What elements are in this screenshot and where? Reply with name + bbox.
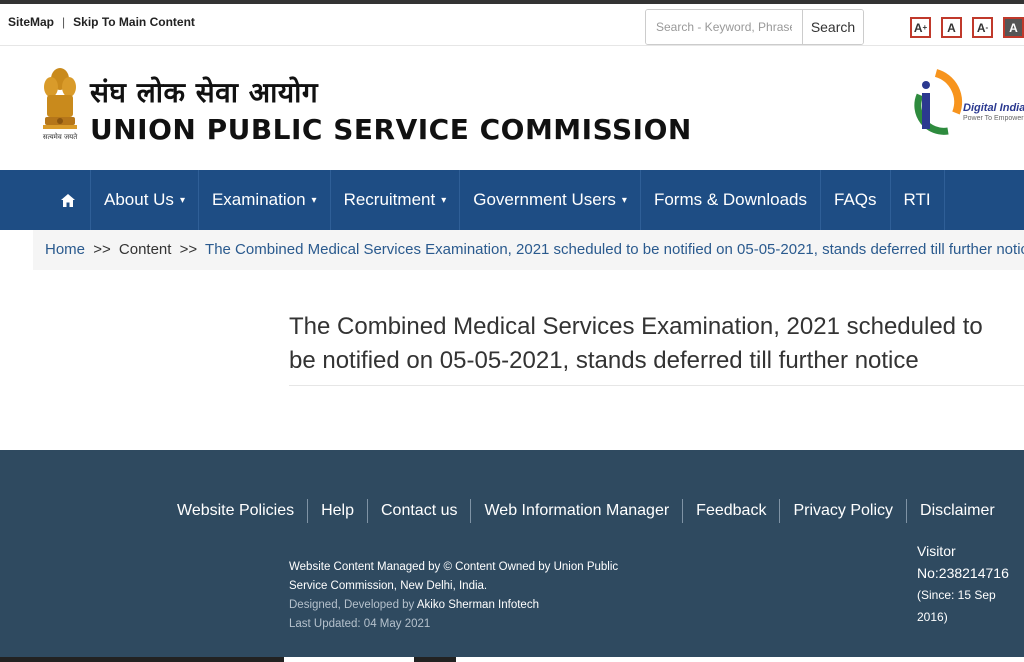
footer-link-help[interactable]: Help	[308, 499, 368, 523]
content-divider	[289, 385, 1024, 386]
font-increase-sup: +	[922, 23, 928, 32]
main-nav: About Us ▾ Examination ▾ Recruitment ▾ Gove…	[0, 170, 1024, 230]
nav-examination-label: Examination	[211, 190, 306, 209]
breadcrumb-separator: >>	[93, 241, 111, 258]
font-increase-button[interactable]: A +	[910, 17, 931, 38]
breadcrumb-home[interactable]: Home	[45, 241, 85, 258]
chevron-down-icon: ▾	[311, 194, 317, 206]
emblem-caption: सत्यमेव जयते	[43, 132, 78, 141]
visitor-counter: Visitor No:238214716 (Since: 15 Sep 2016…	[917, 540, 1024, 628]
font-normal-button[interactable]: A	[941, 17, 962, 38]
footer-links: Website Policies Help Contact us Web Inf…	[164, 499, 1008, 523]
english-title: UNION PUBLIC SERVICE COMMISSION	[90, 113, 692, 146]
footer-link-disclaimer[interactable]: Disclaimer	[907, 499, 1008, 523]
digital-india-text: Digital India	[963, 102, 1024, 114]
nav-about-us-label: About Us	[104, 190, 174, 209]
footer-designed-by: Designed, Developed by Akiko Sherman Inf…	[289, 596, 649, 615]
site-footer: Website Policies Help Contact us Web Inf…	[0, 450, 1024, 662]
nav-home[interactable]	[46, 170, 91, 230]
nav-forms-downloads-label: Forms & Downloads	[653, 190, 807, 209]
footer-managed-by: Website Content Managed by © Content Own…	[289, 561, 619, 592]
high-contrast-label: A	[1009, 20, 1018, 35]
font-decrease-button[interactable]: A-	[972, 17, 993, 38]
hindi-title: संघ लोक सेवा आयोग	[90, 76, 319, 109]
footer-link-privacy-policy[interactable]: Privacy Policy	[780, 499, 908, 523]
site-header: सत्यमेव जयते संघ लोक सेवा आयोग UNION PUB…	[0, 47, 1024, 170]
utility-links: SiteMap | Skip To Main Content	[8, 15, 195, 29]
bottom-scroll-strip	[0, 657, 1024, 662]
page-title: The Combined Medical Services Examinatio…	[289, 313, 983, 374]
breadcrumb-content: Content	[118, 241, 172, 258]
utility-separator: |	[62, 15, 66, 29]
footer-info: Website Content Managed by © Content Own…	[289, 558, 649, 634]
font-decrease-sup: -	[985, 23, 989, 32]
nav-examination[interactable]: Examination ▾	[199, 170, 331, 230]
nav-about-us[interactable]: About Us ▾	[91, 170, 199, 230]
visitor-label: Visitor	[917, 543, 956, 559]
national-emblem-icon[interactable]: सत्यमेव जयते	[38, 65, 82, 145]
footer-link-contact-us[interactable]: Contact us	[368, 499, 472, 523]
nav-rti[interactable]: RTI	[891, 170, 945, 230]
nav-rti-label: RTI	[903, 190, 931, 209]
footer-designed-prefix: Designed, Developed by	[289, 599, 415, 611]
bottom-strip-segment	[456, 657, 1024, 662]
bottom-strip-segment	[284, 657, 414, 662]
footer-last-updated: Last Updated: 04 May 2021	[289, 618, 431, 630]
font-normal-label: A	[947, 20, 956, 35]
search-button[interactable]: Search	[803, 10, 863, 44]
nav-government-users-label: Government Users	[473, 190, 616, 209]
high-contrast-button[interactable]: A	[1003, 17, 1024, 38]
digital-india-subtext: Power To Empower	[963, 115, 1024, 122]
breadcrumb-current: The Combined Medical Services Examinatio…	[205, 241, 1024, 258]
footer-link-website-policies[interactable]: Website Policies	[164, 499, 309, 523]
nav-recruitment-label: Recruitment	[343, 190, 436, 209]
font-size-controls: A + A A- A	[910, 17, 1024, 38]
nav-faqs-label: FAQs	[834, 190, 877, 209]
utility-bar: SiteMap|Skip To Main Content Search A+ A…	[0, 4, 1024, 46]
chevron-down-icon: ▾	[179, 194, 185, 206]
nav-forms-downloads[interactable]: Forms & Downloads	[641, 170, 821, 230]
breadcrumb-separator: >>	[179, 241, 198, 258]
nav-government-users[interactable]: Government Users ▾	[460, 170, 641, 230]
footer-developer-link[interactable]: Akiko Sherman Infotech	[417, 599, 539, 611]
visitor-count: No:238214716	[917, 565, 1009, 581]
footer-link-feedback[interactable]: Feedback	[683, 499, 781, 523]
sitemap-link[interactable]: SiteMap	[8, 15, 54, 29]
skip-to-main-link[interactable]: Skip To Main Content	[73, 15, 195, 29]
visitor-since: (Since: 15 Sep 2016)	[917, 588, 996, 624]
search-input[interactable]	[646, 10, 803, 44]
font-increase-label: A	[913, 20, 923, 35]
nav-faqs[interactable]: FAQs	[821, 170, 891, 230]
font-decrease-label: A	[976, 20, 986, 35]
nav-list: About Us ▾ Examination ▾ Recruitment ▾ Gove…	[46, 170, 945, 230]
search-box: Search	[645, 9, 864, 45]
home-icon	[61, 193, 75, 207]
chevron-down-icon: ▾	[621, 194, 627, 206]
breadcrumb: Home >> Content >> The Combined Medical …	[33, 230, 1024, 270]
chevron-down-icon: ▾	[441, 194, 447, 206]
footer-link-web-information-manager[interactable]: Web Information Manager	[471, 499, 684, 523]
nav-recruitment[interactable]: Recruitment ▾	[331, 170, 461, 230]
